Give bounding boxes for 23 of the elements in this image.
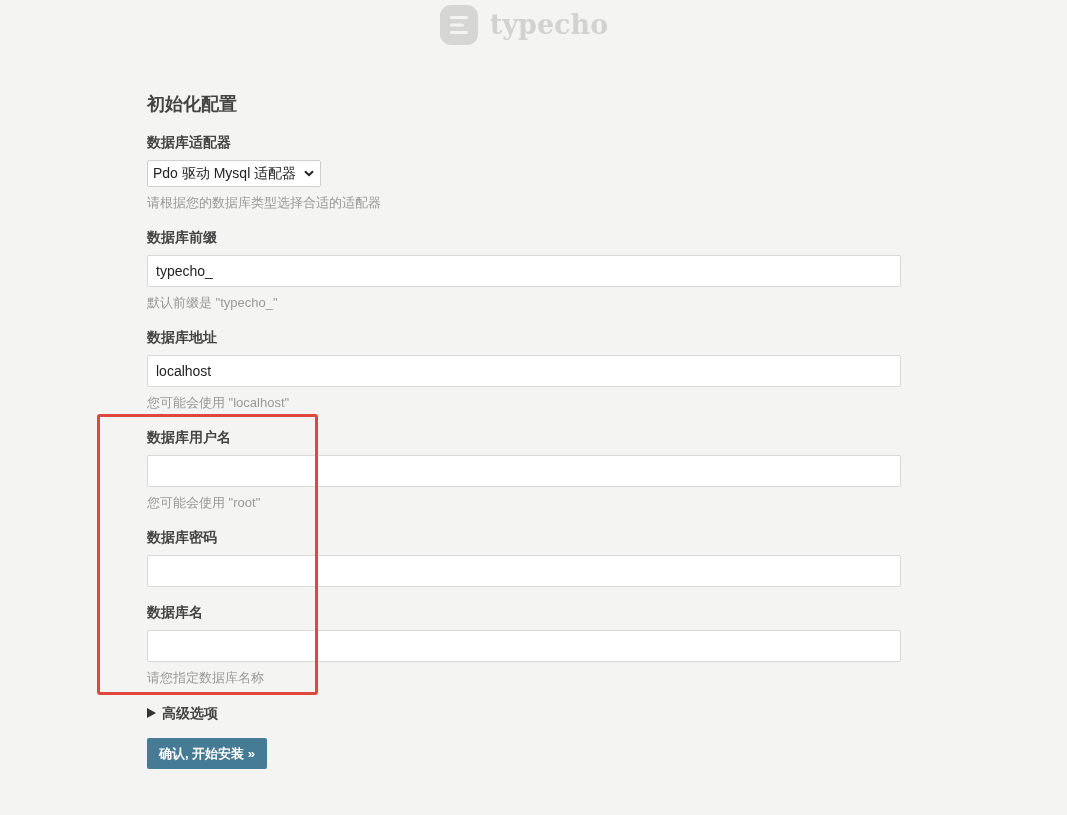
field-hint: 您可能会使用 "root"	[147, 494, 261, 512]
text-input[interactable]	[147, 555, 901, 587]
field-hint: 请您指定数据库名称	[147, 669, 264, 687]
field-hint: 请根据您的数据库类型选择合适的适配器	[147, 194, 381, 212]
field-hint: 您可能会使用 "localhost"	[147, 394, 290, 412]
field-label: 数据库地址	[147, 328, 217, 347]
field-label: 数据库名	[147, 603, 203, 622]
disclosure-triangle-icon[interactable]	[147, 708, 156, 718]
text-input[interactable]	[147, 455, 901, 487]
field-label: 数据库密码	[147, 528, 217, 547]
field-hint: 默认前缀是 "typecho_"	[147, 294, 278, 312]
chevron-down-icon	[304, 170, 314, 177]
text-input[interactable]	[147, 630, 901, 662]
logo-icon	[439, 5, 478, 45]
form-title: 初始化配置	[147, 93, 237, 115]
install-button[interactable]: 确认, 开始安装 »	[147, 738, 268, 769]
advanced-options-toggle[interactable]: 高级选项	[162, 703, 218, 723]
field-label: 数据库适配器	[147, 133, 231, 152]
adapter-select[interactable]: Pdo 驱动 Mysql 适配器	[147, 160, 321, 187]
field-label: 数据库前缀	[147, 228, 217, 247]
field-label: 数据库用户名	[147, 428, 231, 447]
text-input[interactable]: typecho_	[147, 255, 901, 287]
text-input[interactable]: localhost	[147, 355, 901, 387]
